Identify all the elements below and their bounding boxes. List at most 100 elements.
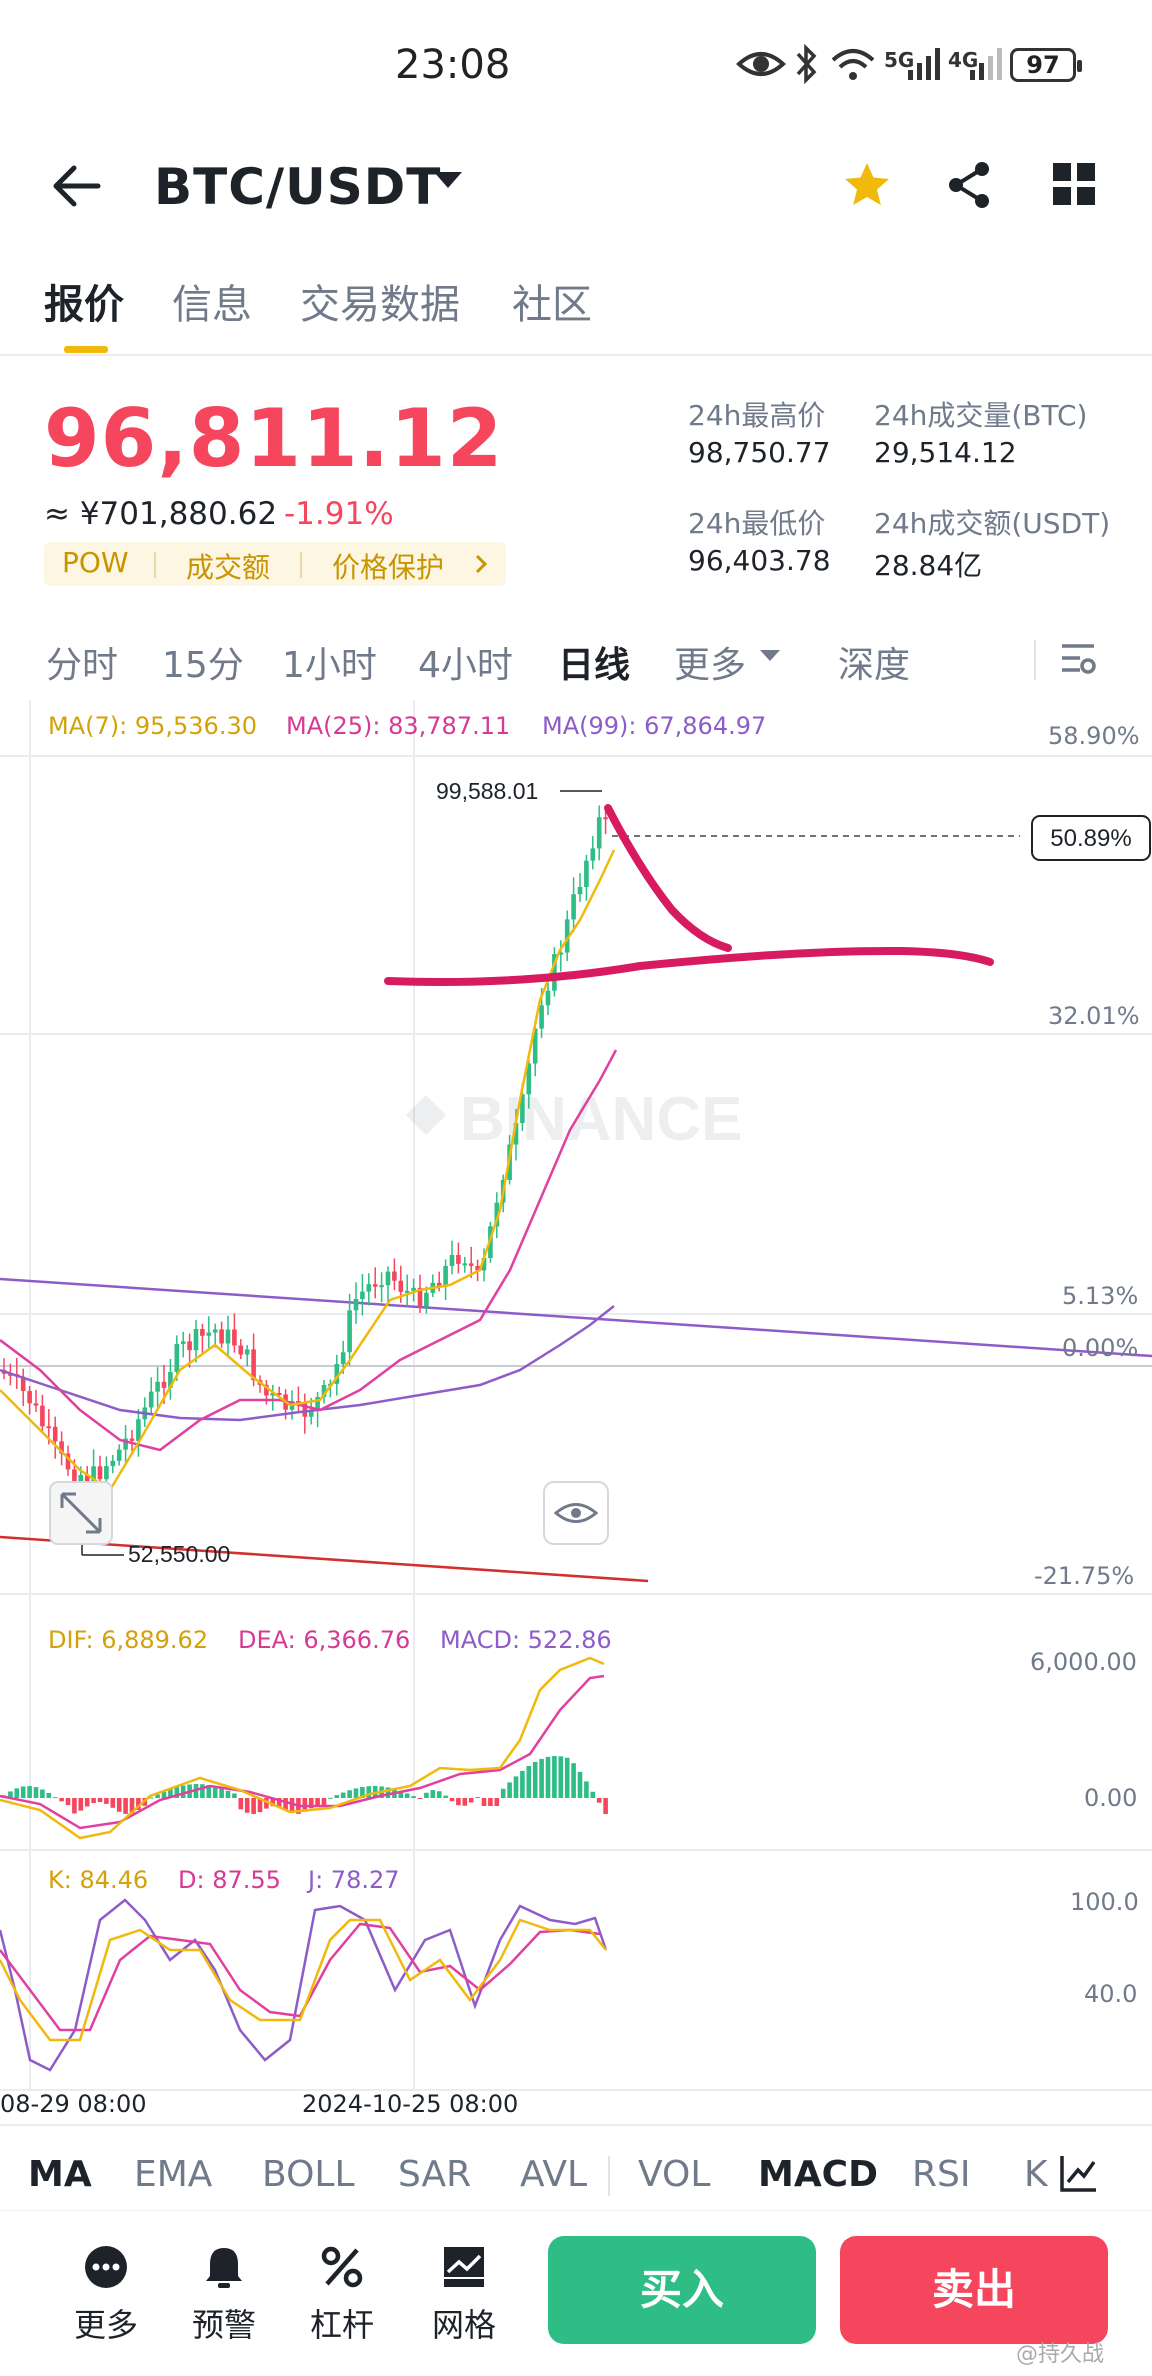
candle-body: [360, 1291, 365, 1299]
axis-label: 58.90%: [1048, 722, 1140, 750]
tool-grid-label: 网格: [431, 2306, 496, 2344]
interval-more[interactable]: 更多: [674, 636, 746, 688]
tool-leverage-label: 杠杆: [309, 2306, 374, 2344]
candle-body: [78, 1474, 84, 1482]
last-price: 96,811.12: [44, 392, 504, 485]
macd-bar: [244, 1798, 250, 1813]
trendline-purple: [0, 1277, 1152, 1358]
macd-bar: [59, 1798, 64, 1802]
macd-bar: [334, 1795, 340, 1798]
tab-info[interactable]: 信息: [172, 272, 252, 330]
macd-bar: [571, 1763, 576, 1798]
pair-dropdown-icon[interactable]: [434, 172, 462, 188]
macd-bar: [603, 1798, 608, 1815]
candle-body: [372, 1284, 378, 1287]
macd-bar: [110, 1798, 116, 1808]
interval-depth[interactable]: 深度: [838, 636, 910, 688]
source-watermark: @持久战: [1016, 2342, 1105, 2367]
macd-bar: [539, 1758, 544, 1798]
tab-divider: [0, 354, 1152, 356]
favorite-star-icon[interactable]: [842, 160, 892, 210]
macd-bar: [417, 1798, 423, 1799]
layout-grid-icon[interactable]: [1052, 162, 1096, 206]
indicator-bar-divider: [0, 2124, 1152, 2126]
chevron-right-icon[interactable]: [474, 552, 488, 576]
indicator-settings-icon[interactable]: [1058, 2152, 1100, 2194]
candle-body: [545, 990, 551, 1006]
axis-label: 6,000.00: [1030, 1648, 1137, 1676]
binance-watermark: BINANCE: [406, 1085, 742, 1154]
tag-turnover[interactable]: 成交额: [186, 546, 270, 586]
stat-vol-btc-value: 29,514.12: [874, 436, 1017, 469]
tool-more-button[interactable]: 更多: [56, 2244, 156, 2346]
indicator-vol[interactable]: VOL: [638, 2154, 710, 2195]
interval-1d[interactable]: 日线: [558, 636, 630, 688]
tab-community[interactable]: 社区: [512, 272, 592, 330]
tool-leverage-button[interactable]: 杠杆: [292, 2244, 392, 2346]
candle-body: [302, 1402, 308, 1417]
signal-4g-icon: [970, 48, 1002, 80]
macd-bar: [116, 1798, 122, 1812]
candle-body: [187, 1341, 192, 1351]
candle-body: [52, 1426, 58, 1442]
sell-button[interactable]: 卖出: [840, 2236, 1108, 2344]
tag-price-protection[interactable]: 价格保护: [332, 546, 444, 586]
tool-alert-button[interactable]: 预警: [174, 2244, 274, 2346]
wifi-icon: [831, 49, 875, 80]
candle-body: [97, 1466, 103, 1480]
ma7-value: MA(7): 95,536.30: [48, 712, 257, 740]
more-dropdown-icon[interactable]: [760, 650, 780, 661]
macd-bar: [52, 1797, 58, 1799]
candle-body: [161, 1381, 167, 1388]
indicator-kdj[interactable]: K: [1024, 2154, 1048, 2195]
bell-icon: [206, 2248, 242, 2288]
indicator-macd[interactable]: MACD: [758, 2154, 878, 2195]
macd-bar: [545, 1756, 551, 1798]
macd-bar: [104, 1798, 109, 1804]
share-icon[interactable]: [944, 160, 994, 210]
candle-body: [244, 1349, 250, 1355]
candle-body: [347, 1310, 352, 1353]
interval-15m[interactable]: 15分: [162, 636, 244, 688]
chart-settings-icon[interactable]: [1058, 638, 1098, 678]
indicator-boll[interactable]: BOLL: [262, 2154, 355, 2195]
ma7-line: [0, 849, 616, 1492]
interval-4h[interactable]: 4小时: [418, 636, 513, 688]
candle-body: [225, 1329, 231, 1344]
kline-chart[interactable]: BINANCE 99,588.01 52,550.00 50.89%: [0, 700, 1152, 2100]
j-line: [0, 1898, 608, 2072]
tab-trading-data[interactable]: 交易数据: [300, 272, 460, 330]
candle-body: [104, 1466, 109, 1480]
tab-quote[interactable]: 报价: [44, 272, 124, 330]
d-value: D: 87.55: [178, 1866, 281, 1894]
candle-body: [443, 1265, 448, 1287]
more-dots-icon: [85, 2246, 127, 2288]
macd-bar: [564, 1757, 570, 1798]
macd-bar: [411, 1796, 416, 1798]
low-marker-label: 52,550.00: [128, 1541, 230, 1567]
bluetooth-icon: [796, 44, 817, 84]
macd-bar: [65, 1798, 71, 1806]
macd-bar: [558, 1756, 564, 1798]
macd-bar: [532, 1761, 538, 1798]
interval-time-share[interactable]: 分时: [46, 636, 118, 688]
tool-grid-button[interactable]: 网格: [414, 2244, 514, 2346]
buy-button[interactable]: 买入: [548, 2236, 816, 2344]
macd-bar: [596, 1798, 602, 1803]
interval-1h[interactable]: 1小时: [282, 636, 377, 688]
macd-bar: [584, 1781, 589, 1798]
macd-bar: [520, 1770, 525, 1798]
macd-bar: [507, 1782, 512, 1798]
indicator-sar[interactable]: SAR: [398, 2154, 471, 2195]
stat-vol-usdt-label: 24h成交额(USDT): [874, 507, 1111, 540]
indicator-ema[interactable]: EMA: [134, 2154, 212, 2195]
indicator-avl[interactable]: AVL: [520, 2154, 587, 2195]
back-button[interactable]: [48, 158, 104, 214]
indicator-ma[interactable]: MA: [28, 2154, 92, 2195]
stat-low-value: 96,403.78: [688, 544, 831, 577]
pair-title[interactable]: BTC/USDT: [154, 158, 441, 216]
tag-pow[interactable]: POW: [62, 546, 129, 579]
candle-body: [590, 848, 596, 861]
indicator-rsi[interactable]: RSI: [912, 2154, 970, 2195]
candle-body: [456, 1254, 461, 1264]
